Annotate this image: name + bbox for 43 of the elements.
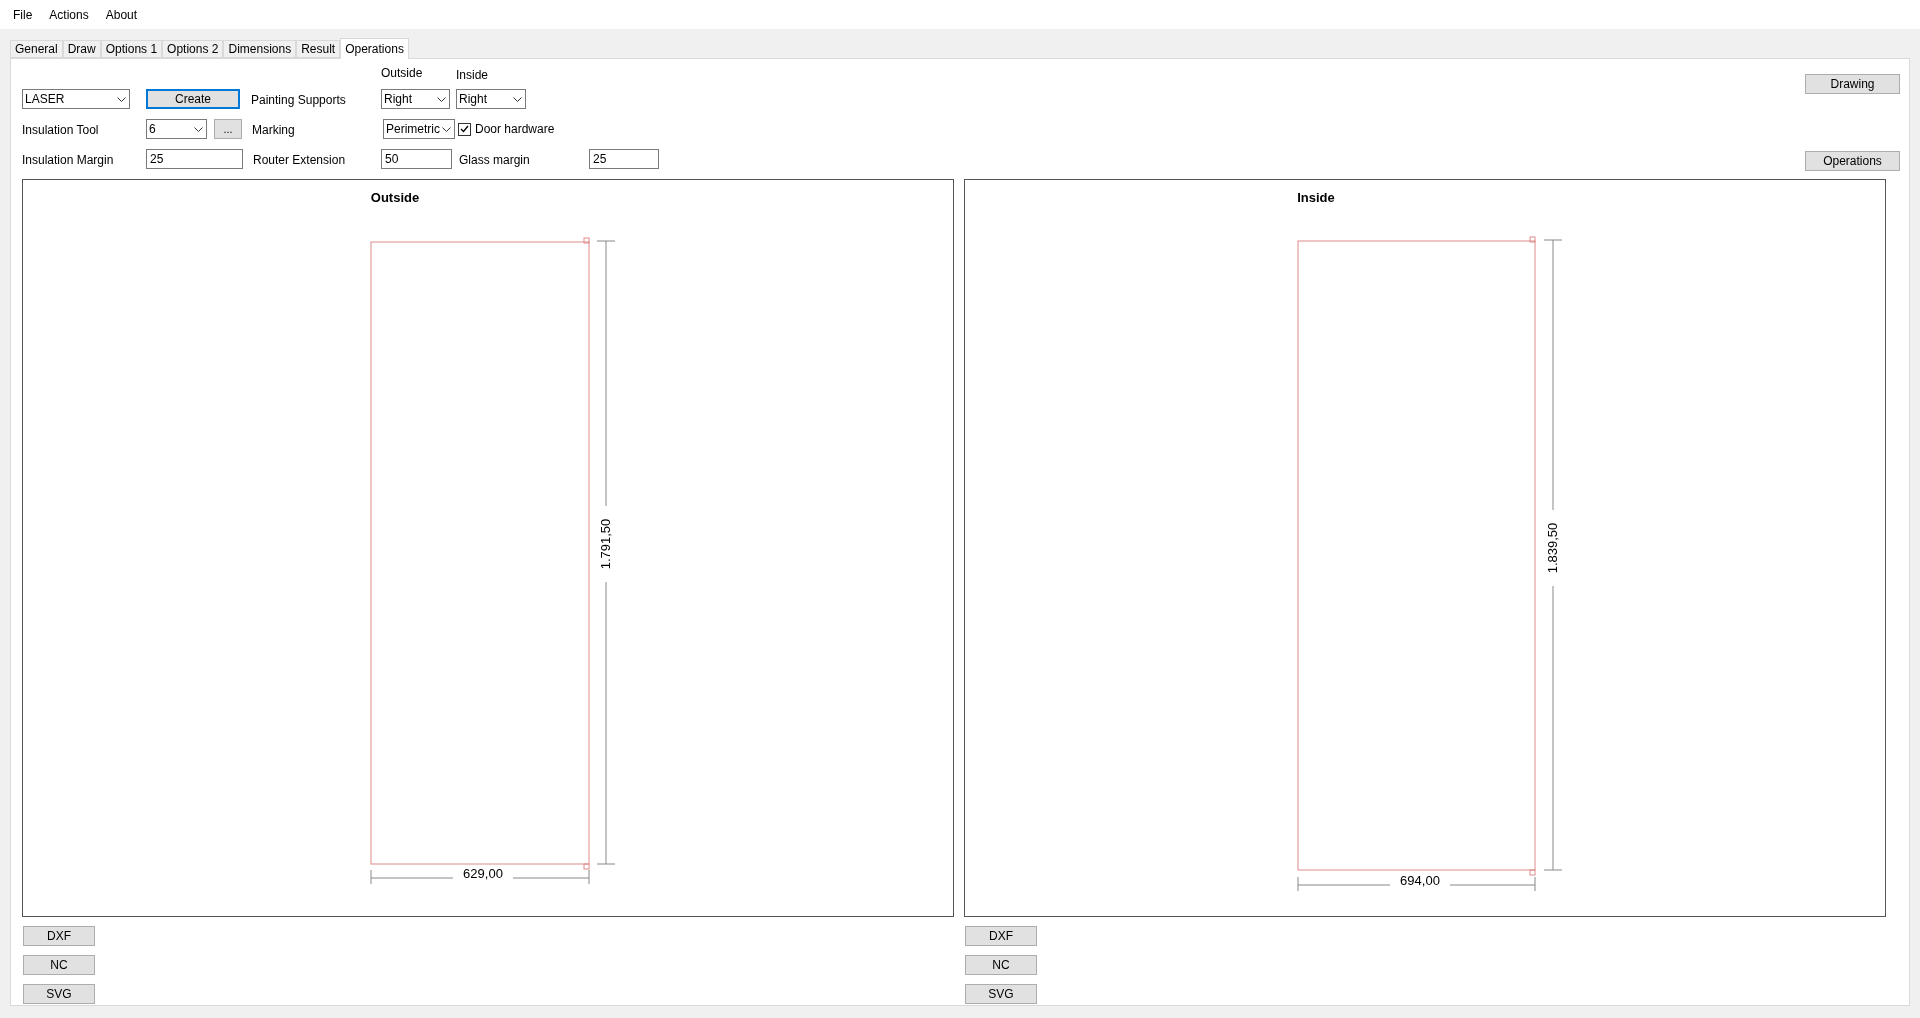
marking-dropdown[interactable]: Perimetric <box>383 119 455 139</box>
menu-item[interactable]: File <box>13 5 33 24</box>
browse-button[interactable]: ... <box>214 119 242 139</box>
export-button[interactable]: DXF <box>965 926 1037 946</box>
height-dimension: 1.839,50 <box>1545 522 1560 574</box>
tab[interactable]: Dimensions <box>223 40 297 58</box>
export-button[interactable]: NC <box>23 955 95 975</box>
height-dimension: 1.791,50 <box>598 518 613 570</box>
export-button[interactable]: SVG <box>23 984 95 1004</box>
outside-dropdown[interactable]: Right <box>381 89 450 109</box>
width-dimension: 629,00 <box>463 866 503 881</box>
field-label: Insulation Margin <box>22 153 114 167</box>
tab[interactable]: Operations <box>340 38 409 59</box>
menu-item[interactable]: About <box>105 5 138 24</box>
export-button[interactable]: SVG <box>965 984 1037 1004</box>
tab[interactable]: Options 1 <box>100 40 163 58</box>
width-dimension: 694,00 <box>1400 873 1440 888</box>
tab[interactable]: Options 2 <box>162 40 224 58</box>
tool-dropdown[interactable]: 6 <box>146 119 207 139</box>
export-button[interactable]: DXF <box>23 926 95 946</box>
panel-title: Outside <box>370 190 420 205</box>
field-label: Glass margin <box>459 153 530 167</box>
field-label: Inside <box>456 67 489 84</box>
machine-dropdown[interactable]: LASER <box>22 89 130 109</box>
tab[interactable]: Draw <box>62 40 101 58</box>
view-button[interactable]: Drawing <box>1805 74 1900 94</box>
tab[interactable]: General <box>10 40 63 58</box>
export-button[interactable]: NC <box>965 955 1037 975</box>
create-button[interactable]: Create <box>146 89 240 109</box>
input-field[interactable]: 25 <box>146 149 243 169</box>
field-label: Insulation Tool <box>22 123 99 137</box>
field-label: Painting Supports <box>251 93 346 107</box>
view-button[interactable]: Operations <box>1805 151 1900 171</box>
menu-item[interactable]: Actions <box>49 5 89 24</box>
inside-dropdown[interactable]: Right <box>456 89 526 109</box>
input-field[interactable]: 50 <box>381 149 452 169</box>
field-label: Marking <box>252 123 295 137</box>
input-field[interactable]: 25 <box>589 149 659 169</box>
tab[interactable]: Result <box>296 40 341 58</box>
field-label: Door hardware <box>475 121 555 138</box>
panel-title: Inside <box>1297 190 1335 205</box>
field-label: Outside <box>381 66 423 80</box>
field-label: Router Extension <box>253 153 346 167</box>
